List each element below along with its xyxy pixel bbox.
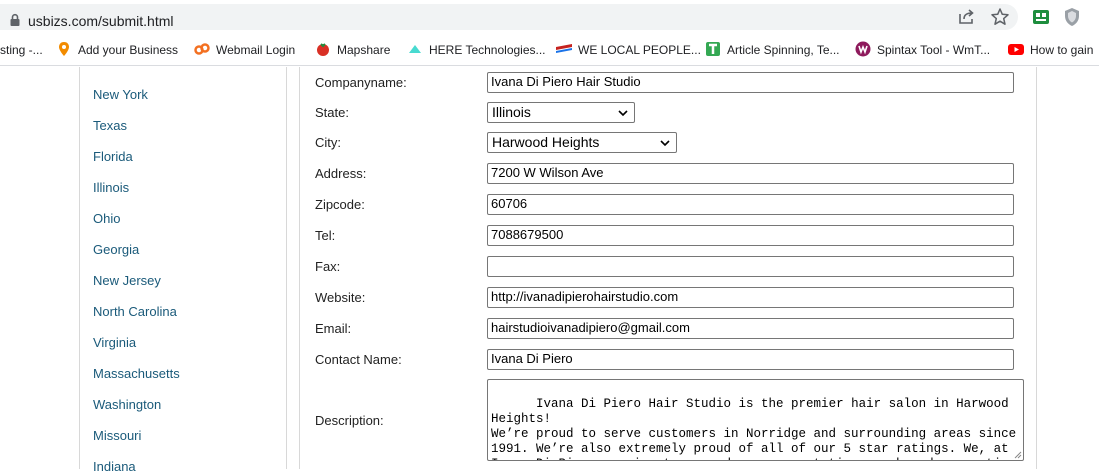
address-label: Address: (315, 166, 367, 181)
description-textarea[interactable]: Ivana Di Piero Hair Studio is the premie… (487, 379, 1024, 461)
resize-grip-icon[interactable] (1014, 451, 1022, 459)
sidebar-link-indiana[interactable]: Indiana (93, 459, 136, 474)
youtube-icon (1008, 44, 1024, 55)
chevron-down-icon (618, 110, 628, 117)
sidebar-link-new-york[interactable]: New York (93, 87, 148, 102)
chevron-down-icon (660, 140, 670, 147)
page-content: New York Texas Florida Illinois Ohio Geo… (0, 67, 1099, 474)
bookmark-item[interactable]: Spintax Tool - WmT... (855, 41, 990, 59)
sidebar-link-massachusetts[interactable]: Massachusetts (93, 366, 180, 381)
companyname-label: Companyname: (315, 75, 407, 90)
bookmark-item[interactable]: HERE Technologies... (407, 41, 546, 59)
website-label: Website: (315, 290, 366, 305)
email-input[interactable]: hairstudioivanadipiero@gmail.com (487, 318, 1014, 339)
tel-input[interactable]: 7088679500 (487, 225, 1014, 246)
sidebar-link-virginia[interactable]: Virginia (93, 335, 136, 350)
contact-name-label: Contact Name: (315, 352, 402, 367)
state-label: State: (315, 105, 349, 120)
sidebar-link-north-carolina[interactable]: North Carolina (93, 304, 177, 319)
fax-label: Fax: (315, 259, 341, 274)
city-label: City: (315, 135, 341, 150)
browser-toolbar: usbizs.com/submit.html (0, 0, 1099, 34)
sidebar-link-texas[interactable]: Texas (93, 118, 127, 133)
t-icon (706, 42, 720, 56)
bookmark-item[interactable]: Article Spinning, Te... (705, 41, 840, 59)
contact-name-input[interactable]: Ivana Di Piero (487, 349, 1014, 370)
website-input[interactable]: http://ivanadipierohairstudio.com (487, 287, 1014, 308)
description-text: Ivana Di Piero Hair Studio is the premie… (491, 397, 1017, 460)
zipcode-input[interactable]: 60706 (487, 194, 1014, 215)
sidebar-link-florida[interactable]: Florida (93, 149, 133, 164)
fax-input[interactable] (487, 256, 1014, 277)
sidebar-link-new-jersey[interactable]: New Jersey (93, 273, 161, 288)
tel-label: Tel: (315, 228, 336, 243)
address-bar[interactable]: usbizs.com/submit.html (0, 4, 1018, 30)
state-sidebar: New York Texas Florida Illinois Ohio Geo… (79, 67, 287, 474)
bookmarks-bar: sting -... Add your Business Webmail Log… (0, 34, 1099, 66)
here-icon (409, 45, 421, 53)
link-icon (194, 43, 210, 55)
email-label: Email: (315, 321, 352, 336)
description-label: Description: (315, 413, 384, 428)
share-icon[interactable] (958, 8, 976, 26)
bookmark-star-icon[interactable] (990, 7, 1010, 27)
address-input[interactable]: 7200 W Wilson Ave (487, 163, 1014, 184)
companyname-input[interactable]: Ivana Di Piero Hair Studio (487, 72, 1014, 93)
city-select[interactable]: Harwood Heights (487, 132, 677, 153)
state-select-value: Illinois (492, 104, 531, 120)
extension-icon[interactable] (1031, 7, 1051, 27)
zipcode-label: Zipcode: (315, 197, 365, 212)
bookmark-item[interactable]: Webmail Login (194, 41, 295, 59)
flag-icon (556, 44, 572, 53)
spintax-icon (855, 41, 871, 57)
bookmark-item[interactable]: WE LOCAL PEOPLE... (556, 41, 701, 59)
bookmark-item[interactable]: How to gain (1008, 41, 1093, 59)
url-text[interactable]: usbizs.com/submit.html (28, 13, 173, 29)
sidebar-link-ohio[interactable]: Ohio (93, 211, 120, 226)
lock-icon[interactable] (8, 13, 22, 27)
bookmark-item[interactable]: sting -... (0, 41, 43, 59)
submit-form: Companyname: Ivana Di Piero Hair Studio … (299, 67, 1037, 469)
sidebar-link-missouri[interactable]: Missouri (93, 428, 141, 443)
city-select-value: Harwood Heights (492, 134, 600, 150)
bookmark-item[interactable]: Add your Business (56, 41, 178, 59)
bookmark-item[interactable]: Mapshare (315, 41, 390, 59)
shield-extension-icon[interactable] (1063, 7, 1081, 27)
pin-icon (59, 42, 69, 56)
sidebar-link-georgia[interactable]: Georgia (93, 242, 139, 257)
sidebar-link-washington[interactable]: Washington (93, 397, 161, 412)
sidebar-link-illinois[interactable]: Illinois (93, 180, 129, 195)
tomato-icon (317, 43, 329, 56)
state-select[interactable]: Illinois (487, 102, 635, 123)
